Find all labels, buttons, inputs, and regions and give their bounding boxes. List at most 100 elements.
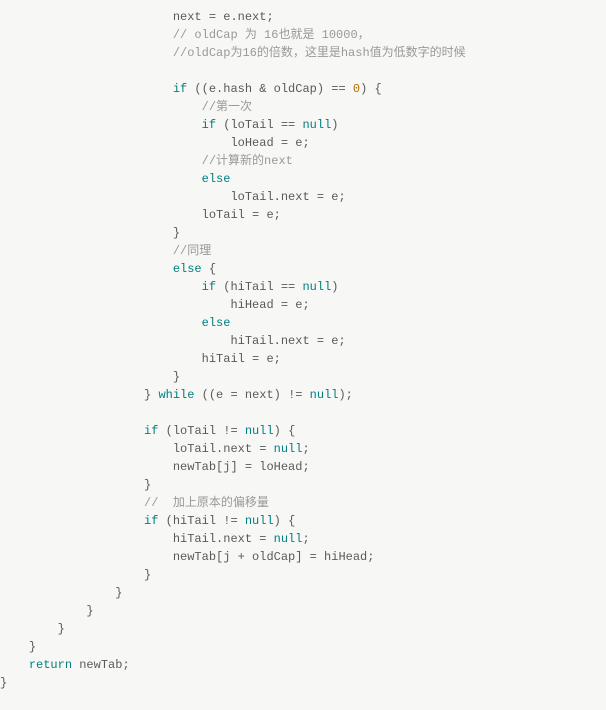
code-keyword: null xyxy=(310,388,339,402)
code-keyword: if xyxy=(202,280,216,294)
code-text: ) { xyxy=(274,514,296,528)
code-line: newTab[j + oldCap] = hiHead; xyxy=(0,550,374,564)
code-line xyxy=(0,406,7,420)
code-line: if (loTail != null) { xyxy=(0,424,295,438)
code-text: next = e.next; xyxy=(173,10,274,24)
code-line xyxy=(0,64,7,78)
code-line: loHead = e; xyxy=(0,136,310,150)
code-line: // 加上原本的偏移量 xyxy=(0,496,269,510)
code-line: loTail = e; xyxy=(0,208,281,222)
code-block: next = e.next; // oldCap 为 16也就是 10000， … xyxy=(0,0,606,692)
code-text: ) xyxy=(331,280,338,294)
code-text: (loTail != xyxy=(158,424,244,438)
code-text: } xyxy=(86,604,93,618)
code-line: } while ((e = next) != null); xyxy=(0,388,353,402)
code-keyword: null xyxy=(274,442,303,456)
code-keyword: null xyxy=(302,118,331,132)
code-line: hiTail.next = null; xyxy=(0,532,310,546)
code-line: loTail.next = e; xyxy=(0,190,346,204)
code-line: next = e.next; xyxy=(0,10,274,24)
code-text: (loTail == xyxy=(216,118,302,132)
code-keyword: return xyxy=(29,658,72,672)
code-keyword: else xyxy=(202,172,231,186)
code-comment: // 加上原本的偏移量 xyxy=(144,496,269,510)
code-text: } xyxy=(29,640,36,654)
code-keyword: if xyxy=(144,424,158,438)
code-line: else { xyxy=(0,262,216,276)
code-line: newTab[j] = loHead; xyxy=(0,460,310,474)
code-text: (hiTail != xyxy=(158,514,244,528)
code-line: //第一次 xyxy=(0,100,252,114)
code-line: if (hiTail != null) { xyxy=(0,514,295,528)
code-text: (hiTail == xyxy=(216,280,302,294)
code-text: hiTail.next = e; xyxy=(230,334,345,348)
code-comment: //oldCap为16的倍数，这里是hash值为低数字的时候 xyxy=(173,46,466,60)
code-keyword: else xyxy=(202,316,231,330)
code-text: ; xyxy=(302,442,309,456)
code-text: ; xyxy=(302,532,309,546)
code-line: if ((e.hash & oldCap) == 0) { xyxy=(0,82,382,96)
code-text: hiTail.next = xyxy=(173,532,274,546)
code-line: //同理 xyxy=(0,244,211,258)
code-keyword: if xyxy=(144,514,158,528)
code-text: } xyxy=(173,370,180,384)
code-line: else xyxy=(0,172,230,186)
code-text: newTab; xyxy=(72,658,130,672)
code-text: { xyxy=(202,262,216,276)
code-line: } xyxy=(0,586,122,600)
code-comment: //计算新的next xyxy=(202,154,293,168)
code-text: ) { xyxy=(274,424,296,438)
code-line: } xyxy=(0,640,36,654)
code-keyword: else xyxy=(173,262,202,276)
code-line: } xyxy=(0,478,151,492)
code-line: } xyxy=(0,676,7,690)
code-text: loTail = e; xyxy=(202,208,281,222)
code-keyword: if xyxy=(202,118,216,132)
code-text: ); xyxy=(338,388,352,402)
code-line: } xyxy=(0,622,65,636)
code-keyword: while xyxy=(158,388,194,402)
code-line: } xyxy=(0,370,180,384)
code-line: //计算新的next xyxy=(0,154,293,168)
code-number: 0 xyxy=(353,82,360,96)
code-text: ((e = next) != xyxy=(194,388,309,402)
code-text: } xyxy=(173,226,180,240)
code-line: else xyxy=(0,316,230,330)
code-line: } xyxy=(0,568,151,582)
code-text: newTab[j + oldCap] = hiHead; xyxy=(173,550,375,564)
code-line: loTail.next = null; xyxy=(0,442,310,456)
code-comment: // oldCap 为 16也就是 10000， xyxy=(173,28,370,42)
code-text: } xyxy=(144,568,151,582)
code-text: loTail.next = e; xyxy=(230,190,345,204)
code-comment: //第一次 xyxy=(202,100,252,114)
code-line: hiTail.next = e; xyxy=(0,334,346,348)
code-keyword: if xyxy=(173,82,187,96)
code-text: } xyxy=(115,586,122,600)
code-line: } xyxy=(0,226,180,240)
code-keyword: null xyxy=(245,514,274,528)
code-line: if (loTail == null) xyxy=(0,118,338,132)
code-line: // oldCap 为 16也就是 10000， xyxy=(0,28,370,42)
code-text: ) { xyxy=(360,82,382,96)
code-text: } xyxy=(58,622,65,636)
code-keyword: null xyxy=(245,424,274,438)
code-text: } xyxy=(144,388,158,402)
code-line: hiHead = e; xyxy=(0,298,310,312)
code-line: } xyxy=(0,604,94,618)
code-text: } xyxy=(0,676,7,690)
code-text: hiTail = e; xyxy=(202,352,281,366)
code-text: } xyxy=(144,478,151,492)
code-line: if (hiTail == null) xyxy=(0,280,338,294)
code-comment: //同理 xyxy=(173,244,211,258)
code-keyword: null xyxy=(274,532,303,546)
code-line: //oldCap为16的倍数，这里是hash值为低数字的时候 xyxy=(0,46,466,60)
code-text: ((e.hash & oldCap) == xyxy=(187,82,353,96)
code-keyword: null xyxy=(302,280,331,294)
code-text: newTab[j] = loHead; xyxy=(173,460,310,474)
code-text: ) xyxy=(331,118,338,132)
code-text: loTail.next = xyxy=(173,442,274,456)
code-line: hiTail = e; xyxy=(0,352,281,366)
code-text: loHead = e; xyxy=(230,136,309,150)
code-line: return newTab; xyxy=(0,658,130,672)
code-text: hiHead = e; xyxy=(230,298,309,312)
